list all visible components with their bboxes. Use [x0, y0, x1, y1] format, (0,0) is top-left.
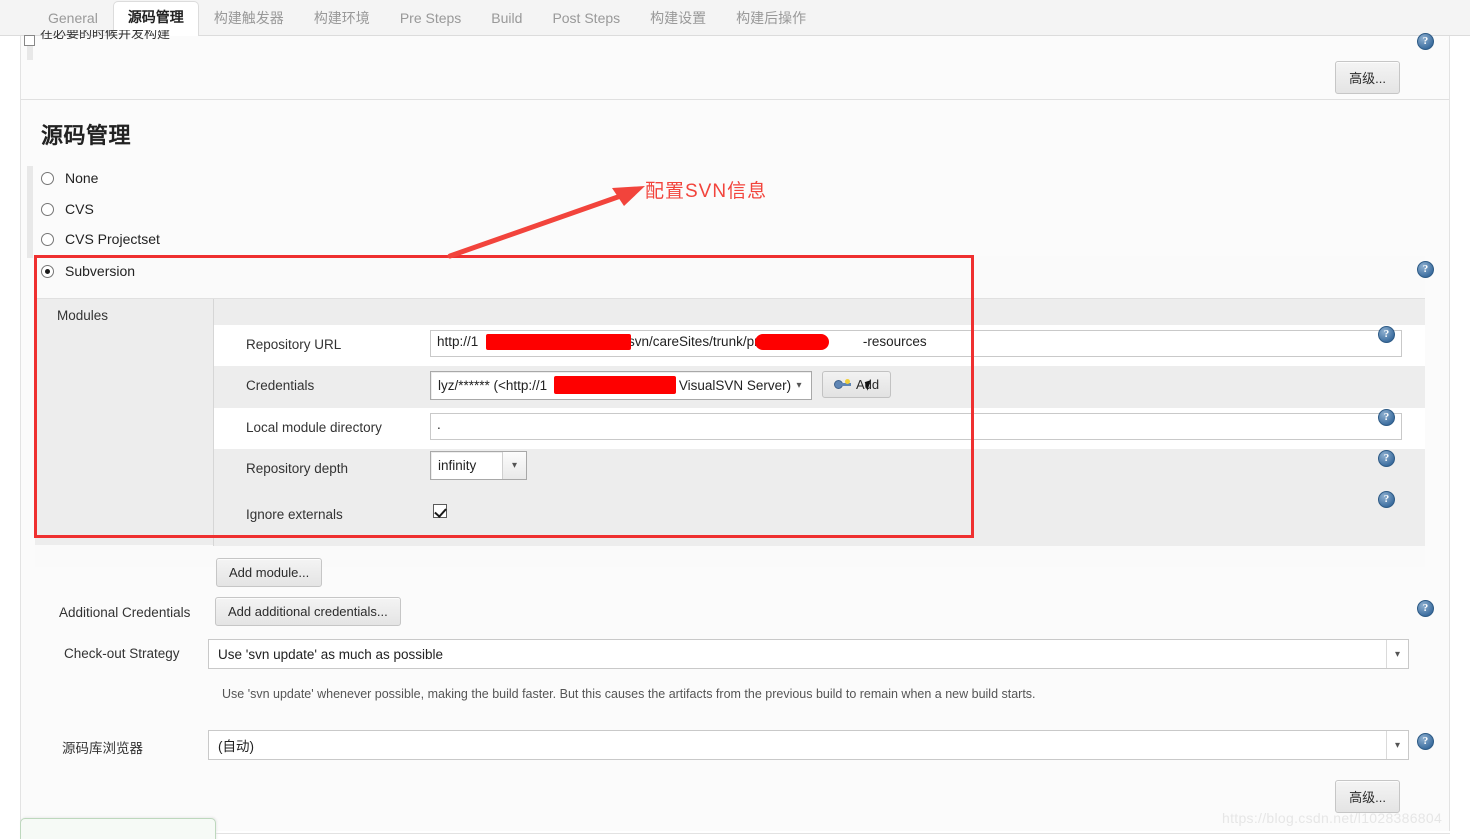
advanced-button-bottom[interactable]: 高级... — [1335, 780, 1400, 813]
scm-option-none[interactable]: None — [41, 170, 98, 186]
checkout-strategy-value: Use 'svn update' as much as possible — [218, 646, 444, 662]
repository-browser-label: 源码库浏览器 — [62, 741, 143, 756]
field-repository-depth: Repository depth infinity ▾ — [214, 449, 1425, 495]
additional-credentials-label: Additional Credentials — [59, 605, 191, 620]
repository-browser-select[interactable]: (自动) ▾ — [208, 730, 1409, 760]
help-icon-ignore-externals[interactable]: ? — [1378, 491, 1395, 508]
field-ignore-externals: Ignore externals — [214, 495, 1425, 535]
add-credentials-button[interactable]: Add — [822, 371, 892, 398]
scm-option-none-label: None — [65, 170, 99, 186]
chevron-down-icon-depth[interactable]: ▾ — [502, 452, 526, 479]
field-credentials: Credentials lyz/****** (<http://1 > Visua… — [214, 366, 1425, 408]
ignore-externals-checkbox[interactable] — [433, 504, 447, 518]
checkout-strategy-label: Check-out Strategy — [64, 646, 180, 661]
key-icon — [834, 379, 851, 390]
concurrent-build-row[interactable]: 在必要的时候并发构建 — [24, 30, 444, 46]
tab-build[interactable]: Build — [476, 2, 537, 36]
bottom-divider — [216, 833, 1450, 834]
repository-browser-value: (自动) — [218, 739, 254, 754]
section-divider — [21, 99, 1449, 100]
concurrent-build-checkbox[interactable] — [24, 35, 35, 46]
tab-post-steps[interactable]: Post Steps — [537, 2, 635, 36]
credentials-value-suffix: > VisualSVN Server) — [667, 378, 792, 393]
scm-option-subversion[interactable]: Subversion — [41, 263, 135, 279]
help-icon-additional-credentials[interactable]: ? — [1417, 600, 1434, 617]
advanced-button-top[interactable]: 高级... — [1335, 61, 1400, 94]
chevron-down-icon-checkout-strategy[interactable]: ▾ — [1386, 640, 1408, 668]
help-icon-repository-browser[interactable]: ? — [1417, 733, 1434, 750]
modules-block: Modules Repository URL http://1/svn/care… — [35, 298, 1425, 546]
scm-option-subversion-label: Subversion — [65, 263, 136, 279]
help-icon-repository-depth[interactable]: ? — [1378, 450, 1395, 467]
tab-build-settings[interactable]: 构建设置 — [635, 2, 721, 36]
checkout-strategy-select[interactable]: Use 'svn update' as much as possible ▾ — [208, 639, 1409, 669]
repository-url-value-suffix: -resources — [862, 334, 927, 349]
redaction-bar-credentials-host — [554, 376, 676, 394]
help-icon-local-module-directory[interactable]: ? — [1378, 409, 1395, 426]
repository-depth-label: Repository depth — [246, 461, 349, 476]
scm-option-cvs-label: CVS — [65, 201, 94, 217]
scm-option-cvs-projectset-label: CVS Projectset — [65, 231, 160, 247]
scm-option-cvs[interactable]: CVS — [41, 201, 94, 217]
concurrent-build-label: 在必要的时候并发构建 — [40, 30, 171, 41]
page-title: 源码管理 — [41, 123, 132, 148]
scm-option-cvs-projectset[interactable]: CVS Projectset — [41, 231, 160, 247]
repository-url-value-prefix: http://1 — [437, 334, 479, 349]
field-local-module-directory: Local module directory . — [214, 408, 1425, 449]
row-spacer-top — [214, 299, 1425, 325]
chevron-down-icon-repository-browser[interactable]: ▾ — [1386, 731, 1408, 759]
checkout-strategy-description: Use 'svn update' whenever possible, maki… — [222, 687, 1036, 701]
modules-fields: Repository URL http://1/svn/careSites/tr… — [214, 299, 1425, 546]
help-icon-concurrent[interactable]: ? — [1417, 33, 1434, 50]
save-apply-panel[interactable] — [20, 818, 216, 839]
scm-left-stripe — [27, 166, 33, 258]
radio-none-icon[interactable] — [41, 171, 54, 185]
local-module-directory-input[interactable]: . — [430, 413, 1402, 440]
repository-depth-value: infinity — [438, 458, 477, 473]
tab-post-build-actions[interactable]: 构建后操作 — [721, 2, 821, 36]
page-root: General 源码管理 构建触发器 构建环境 Pre Steps Build … — [0, 0, 1470, 839]
chevron-down-icon-credentials[interactable]: ▾ — [787, 372, 811, 399]
help-icon-repository-url[interactable]: ? — [1378, 326, 1395, 343]
add-module-button[interactable]: Add module... — [216, 558, 323, 587]
redaction-bar-url-host — [486, 334, 631, 350]
subversion-panel-header — [35, 256, 1425, 298]
credentials-value-prefix: lyz/****** (<http://1 — [438, 378, 548, 393]
repository-url-label: Repository URL — [246, 337, 342, 352]
subversion-panel: Subversion Modules Repository URL http:/… — [35, 256, 1425, 567]
ignore-externals-label: Ignore externals — [246, 507, 343, 522]
field-repository-url: Repository URL http://1/svn/careSites/tr… — [214, 325, 1425, 366]
repository-depth-select[interactable]: infinity ▾ — [430, 451, 527, 480]
modules-label: Modules — [57, 308, 109, 323]
radio-cvs-projectset-icon[interactable] — [41, 232, 54, 246]
radio-subversion-icon[interactable] — [41, 264, 54, 278]
radio-cvs-icon[interactable] — [41, 202, 54, 216]
help-icon-subversion[interactable]: ? — [1417, 261, 1434, 278]
credentials-label: Credentials — [246, 378, 315, 393]
redaction-bar-url-project — [755, 334, 829, 350]
watermark-text: https://blog.csdn.net/l1028386804 — [1222, 810, 1443, 826]
local-module-directory-label: Local module directory — [246, 420, 382, 435]
add-additional-credentials-button[interactable]: Add additional credentials... — [215, 597, 401, 626]
annotation-label: 配置SVN信息 — [645, 181, 768, 202]
